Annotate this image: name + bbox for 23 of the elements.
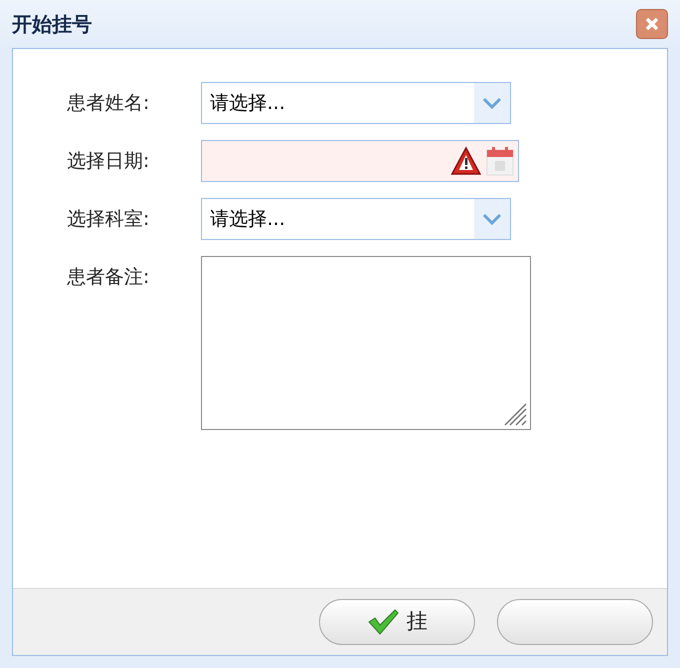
window-title: 开始挂号 [12, 11, 92, 38]
warning-icon [450, 146, 482, 176]
field-label: 患者姓名: [66, 91, 150, 116]
resize-grip-icon[interactable] [504, 403, 528, 427]
date-field[interactable] [201, 140, 519, 182]
dropdown-trigger[interactable] [474, 199, 510, 239]
dropdown-value: 请选择... [209, 206, 286, 232]
field-label: 患者备注: [66, 265, 150, 290]
dropdown-trigger[interactable] [474, 83, 510, 123]
chevron-down-icon [482, 213, 502, 225]
field-label: 选择科室: [66, 207, 150, 232]
dropdown-value: 请选择... [209, 90, 286, 116]
chevron-down-icon [482, 97, 502, 109]
register-button[interactable]: 挂 [319, 599, 475, 645]
field-label: 选择日期: [66, 149, 150, 174]
calendar-icon[interactable] [486, 146, 514, 176]
checkmark-icon [366, 608, 398, 636]
dialog-button[interactable] [497, 599, 653, 645]
close-button[interactable] [636, 9, 668, 39]
close-icon [644, 16, 660, 32]
dropdown-field[interactable]: 请选择... [201, 82, 511, 124]
notes-field[interactable] [201, 256, 531, 430]
dropdown-field[interactable]: 请选择... [201, 198, 511, 240]
